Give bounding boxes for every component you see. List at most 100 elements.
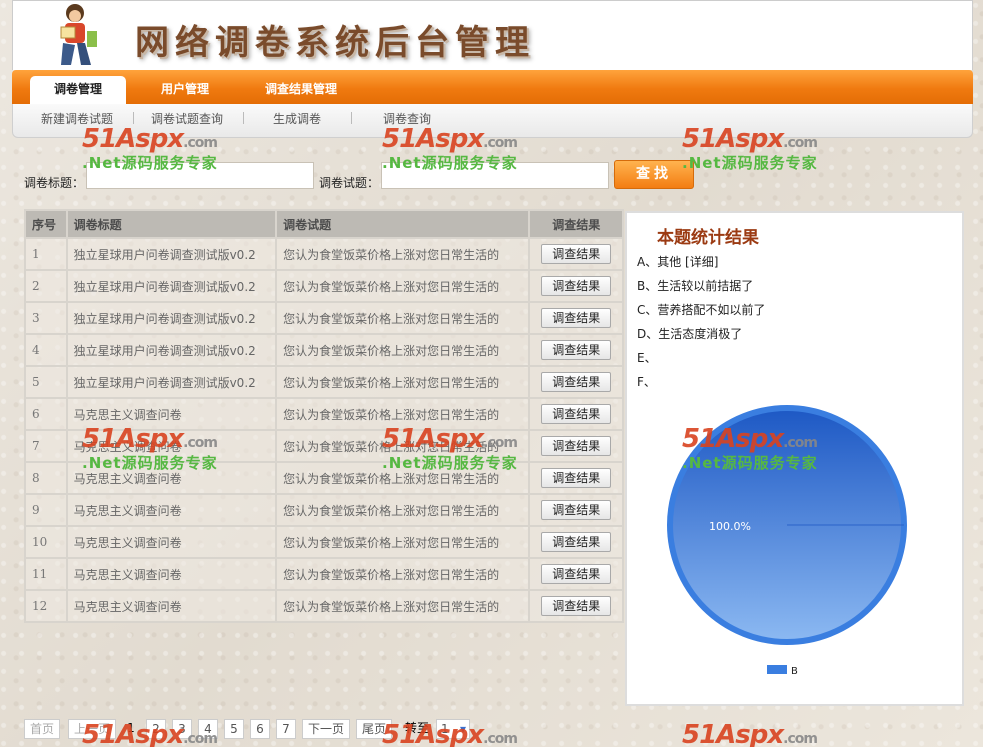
table-body: 1 独立星球用户问卷调查测试版v0.2 您认为食堂饭菜价格上涨对您日常生活的 调查结果… <box>24 237 624 623</box>
subnav-divider <box>351 112 352 124</box>
tab-user-management[interactable]: 用户管理 <box>142 76 228 104</box>
page-2[interactable]: 2 <box>146 719 166 739</box>
col-header-result: 调查结果 <box>528 209 624 239</box>
page-4[interactable]: 4 <box>198 719 218 739</box>
question-search-label: 调卷试题： <box>319 176 380 190</box>
view-result-button[interactable]: 调查结果 <box>541 308 612 328</box>
title-search-label: 调卷标题： <box>24 176 85 190</box>
view-result-button[interactable]: 调查结果 <box>541 596 612 616</box>
row-title: 独立星球用户问卷调查测试版v0.2 <box>65 365 278 399</box>
subnav-divider <box>133 112 134 124</box>
header-banner: 网络调卷系统后台管理 <box>12 0 973 70</box>
row-question: 您认为食堂饭菜价格上涨对您日常生活的 <box>275 557 531 591</box>
search-button[interactable]: 查找 <box>614 160 694 189</box>
row-question: 您认为食堂饭菜价格上涨对您日常生活的 <box>275 397 531 431</box>
tab-survey-management[interactable]: 调卷管理 <box>30 76 126 104</box>
row-number: 9 <box>24 493 68 527</box>
option-f: F、 <box>637 375 656 389</box>
reading-girl-logo <box>60 4 97 65</box>
col-header-no: 序号 <box>24 209 68 239</box>
col-header-question: 调卷试题 <box>275 209 531 239</box>
watermark-brand: 51Aspx <box>682 720 784 747</box>
page-5[interactable]: 5 <box>224 719 244 739</box>
option-d: D、生活态度消极了 <box>637 327 743 341</box>
watermark-domain: .com <box>783 731 818 747</box>
table-row: 3 独立星球用户问卷调查测试版v0.2 您认为食堂饭菜价格上涨对您日常生活的 调查结果 <box>24 301 624 335</box>
sub-nav: 新建调卷试题 调卷试题查询 生成调卷 调卷查询 <box>12 104 973 138</box>
row-question: 您认为食堂饭菜价格上涨对您日常生活的 <box>275 461 531 495</box>
view-result-button[interactable]: 调查结果 <box>541 436 612 456</box>
row-question: 您认为食堂饭菜价格上涨对您日常生活的 <box>275 269 531 303</box>
row-number: 4 <box>24 333 68 367</box>
table-row: 5 独立星球用户问卷调查测试版v0.2 您认为食堂饭菜价格上涨对您日常生活的 调查结果 <box>24 365 624 399</box>
table-row: 10 马克思主义调查问卷 您认为食堂饭菜价格上涨对您日常生活的 调查结果 <box>24 525 624 559</box>
last-page-button[interactable]: 尾页 <box>356 719 392 739</box>
row-action-cell: 调查结果 <box>528 557 624 591</box>
table-row: 9 马克思主义调查问卷 您认为食堂饭菜价格上涨对您日常生活的 调查结果 <box>24 493 624 527</box>
row-number: 10 <box>24 525 68 559</box>
view-result-button[interactable]: 调查结果 <box>541 532 612 552</box>
watermark-domain: .com <box>483 731 518 747</box>
row-number: 3 <box>24 301 68 335</box>
site-title: 网络调卷系统后台管理 <box>135 23 535 63</box>
survey-table: 序号 调卷标题 调卷试题 调查结果 1 独立星球用户问卷调查测试版v0.2 您认为食… <box>24 209 624 623</box>
option-a[interactable]: A、其他 [详细] <box>637 253 718 270</box>
row-action-cell: 调查结果 <box>528 333 624 367</box>
row-question: 您认为食堂饭菜价格上涨对您日常生活的 <box>275 429 531 463</box>
subnav-generate-survey[interactable]: 生成调卷 <box>273 110 321 127</box>
pie-data-label: 100.0% <box>709 520 751 533</box>
row-title: 马克思主义调查问卷 <box>65 493 278 527</box>
row-action-cell: 调查结果 <box>528 365 624 399</box>
row-number: 2 <box>24 269 68 303</box>
first-page-button[interactable]: 首页 <box>24 719 60 739</box>
page-3[interactable]: 3 <box>172 719 192 739</box>
view-result-button[interactable]: 调查结果 <box>541 404 612 424</box>
watermark: 51Aspx.com <box>682 720 818 747</box>
row-title: 独立星球用户问卷调查测试版v0.2 <box>65 333 278 367</box>
row-number: 11 <box>24 557 68 591</box>
row-number: 1 <box>24 237 68 271</box>
table-row: 12 马克思主义调查问卷 您认为食堂饭菜价格上涨对您日常生活的 调查结果 <box>24 589 624 623</box>
row-action-cell: 调查结果 <box>528 525 624 559</box>
table-row: 2 独立星球用户问卷调查测试版v0.2 您认为食堂饭菜价格上涨对您日常生活的 调查结果 <box>24 269 624 303</box>
tab-result-management[interactable]: 调查结果管理 <box>246 76 356 104</box>
subnav-survey-query[interactable]: 调卷查询 <box>383 110 431 127</box>
title-search-input[interactable] <box>86 162 314 189</box>
question-search-input[interactable] <box>381 162 609 189</box>
row-question: 您认为食堂饭菜价格上涨对您日常生活的 <box>275 589 531 623</box>
col-header-title: 调卷标题 <box>65 209 278 239</box>
page-6[interactable]: 6 <box>250 719 270 739</box>
row-question: 您认为食堂饭菜价格上涨对您日常生活的 <box>275 237 531 271</box>
subnav-question-query[interactable]: 调卷试题查询 <box>151 110 223 127</box>
goto-label: 转至 <box>404 721 429 735</box>
stats-title: 本题统计结果 <box>657 228 759 248</box>
row-title: 马克思主义调查问卷 <box>65 397 278 431</box>
view-result-button[interactable]: 调查结果 <box>541 564 612 584</box>
view-result-button[interactable]: 调查结果 <box>541 340 612 360</box>
row-number: 8 <box>24 461 68 495</box>
subnav-new-question[interactable]: 新建调卷试题 <box>41 110 113 127</box>
row-action-cell: 调查结果 <box>528 429 624 463</box>
page-1[interactable]: 1 <box>122 719 140 739</box>
goto-page-select[interactable]: 1 ▾ <box>436 719 470 739</box>
view-result-button[interactable]: 调查结果 <box>541 372 612 392</box>
view-result-button[interactable]: 调查结果 <box>541 500 612 520</box>
view-result-button[interactable]: 调查结果 <box>541 468 612 488</box>
subnav-divider <box>243 112 244 124</box>
row-question: 您认为食堂饭菜价格上涨对您日常生活的 <box>275 301 531 335</box>
view-result-button[interactable]: 调查结果 <box>541 276 612 296</box>
table-row: 1 独立星球用户问卷调查测试版v0.2 您认为食堂饭菜价格上涨对您日常生活的 调查结果 <box>24 237 624 271</box>
main-nav: 调卷管理 用户管理 调查结果管理 <box>12 70 973 104</box>
watermark-tagline: .Net源码服务专家 <box>682 154 818 172</box>
row-number: 7 <box>24 429 68 463</box>
prev-page-button[interactable]: 上一页 <box>68 719 116 739</box>
row-action-cell: 调查结果 <box>528 397 624 431</box>
row-question: 您认为食堂饭菜价格上涨对您日常生活的 <box>275 365 531 399</box>
row-title: 独立星球用户问卷调查测试版v0.2 <box>65 269 278 303</box>
view-result-button[interactable]: 调查结果 <box>541 244 612 264</box>
page-7[interactable]: 7 <box>276 719 296 739</box>
table-header-row: 序号 调卷标题 调卷试题 调查结果 <box>24 209 624 239</box>
next-page-button[interactable]: 下一页 <box>302 719 350 739</box>
row-number: 12 <box>24 589 68 623</box>
row-title: 马克思主义调查问卷 <box>65 429 278 463</box>
